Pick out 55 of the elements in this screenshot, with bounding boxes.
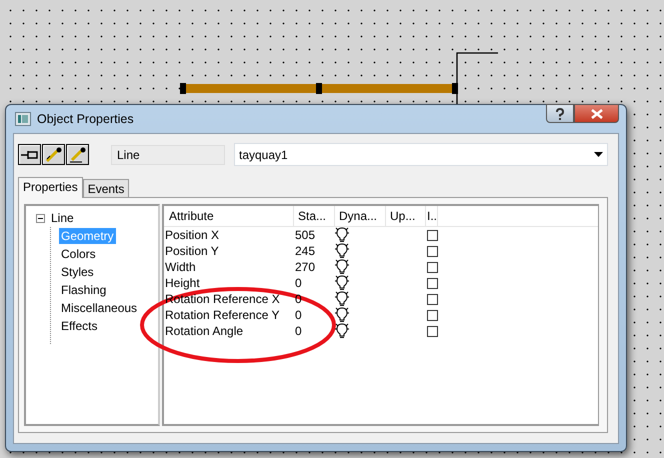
tree-item[interactable]: Effects bbox=[59, 318, 100, 334]
checkbox[interactable] bbox=[427, 294, 438, 304]
table-cell-text: 0 bbox=[294, 276, 303, 290]
lightbulb-icon[interactable] bbox=[335, 291, 349, 307]
column-header[interactable]: I.. bbox=[426, 206, 438, 226]
tree-item[interactable]: Colors bbox=[59, 246, 98, 262]
tree-item[interactable]: Styles bbox=[59, 264, 96, 280]
tree-item[interactable]: Flashing bbox=[59, 282, 108, 298]
window-title: Object Properties bbox=[37, 112, 134, 126]
table-cell-text: 245 bbox=[294, 244, 316, 258]
close-icon bbox=[590, 108, 602, 118]
connector-line bbox=[456, 52, 498, 104]
checkbox[interactable] bbox=[427, 230, 438, 240]
checkbox[interactable] bbox=[427, 262, 438, 272]
lightbulb-icon[interactable] bbox=[335, 307, 349, 323]
dropper-icon bbox=[44, 146, 64, 162]
column-header[interactable]: Attribute bbox=[164, 206, 294, 226]
lightbulb-icon[interactable] bbox=[335, 243, 349, 259]
dropdown-arrow-icon bbox=[594, 152, 603, 157]
tab[interactable]: Events bbox=[82, 179, 130, 197]
table-cell-text: Rotation Angle bbox=[164, 324, 244, 338]
lightbulb-icon[interactable] bbox=[335, 275, 349, 291]
close-button[interactable] bbox=[574, 104, 619, 123]
tree-item[interactable]: Line bbox=[51, 211, 74, 225]
table-cell-text: 270 bbox=[294, 260, 316, 274]
collapse-icon[interactable] bbox=[36, 214, 45, 222]
table-cell-text: 0 bbox=[294, 308, 303, 322]
column-header[interactable]: Dyna... bbox=[335, 206, 386, 226]
object-type-field: Line bbox=[111, 144, 225, 164]
table-cell-text: Position Y bbox=[164, 244, 220, 258]
toolbar-button[interactable] bbox=[66, 144, 89, 165]
table-cell-text: 0 bbox=[294, 324, 303, 338]
toolbar-button[interactable] bbox=[18, 144, 41, 165]
dropper-icon bbox=[68, 146, 88, 162]
table-cell-text: Height bbox=[164, 276, 201, 290]
tree-item[interactable]: Miscellaneous bbox=[59, 300, 140, 316]
lightbulb-icon[interactable] bbox=[335, 323, 349, 339]
tab[interactable]: Properties bbox=[18, 177, 83, 198]
table-cell-text: Rotation Reference Y bbox=[164, 308, 281, 322]
lightbulb-icon[interactable] bbox=[335, 259, 349, 275]
help-icon bbox=[555, 108, 565, 120]
column-header[interactable]: Up... bbox=[386, 206, 426, 226]
table-cell-text: Position X bbox=[164, 228, 220, 242]
table-cell-text: 505 bbox=[294, 228, 316, 242]
checkbox[interactable] bbox=[427, 310, 438, 320]
checkbox[interactable] bbox=[427, 326, 438, 336]
window-icon bbox=[15, 112, 31, 126]
table-cell-text: Width bbox=[164, 260, 197, 274]
toolbar-button[interactable] bbox=[42, 144, 65, 165]
checkbox[interactable] bbox=[427, 246, 438, 256]
object-name-dropdown[interactable]: tayquay1 bbox=[234, 143, 608, 166]
checkbox[interactable] bbox=[427, 278, 438, 288]
help-button[interactable] bbox=[546, 104, 574, 123]
lightbulb-icon[interactable] bbox=[335, 227, 349, 243]
column-header[interactable]: Sta... bbox=[294, 206, 335, 226]
